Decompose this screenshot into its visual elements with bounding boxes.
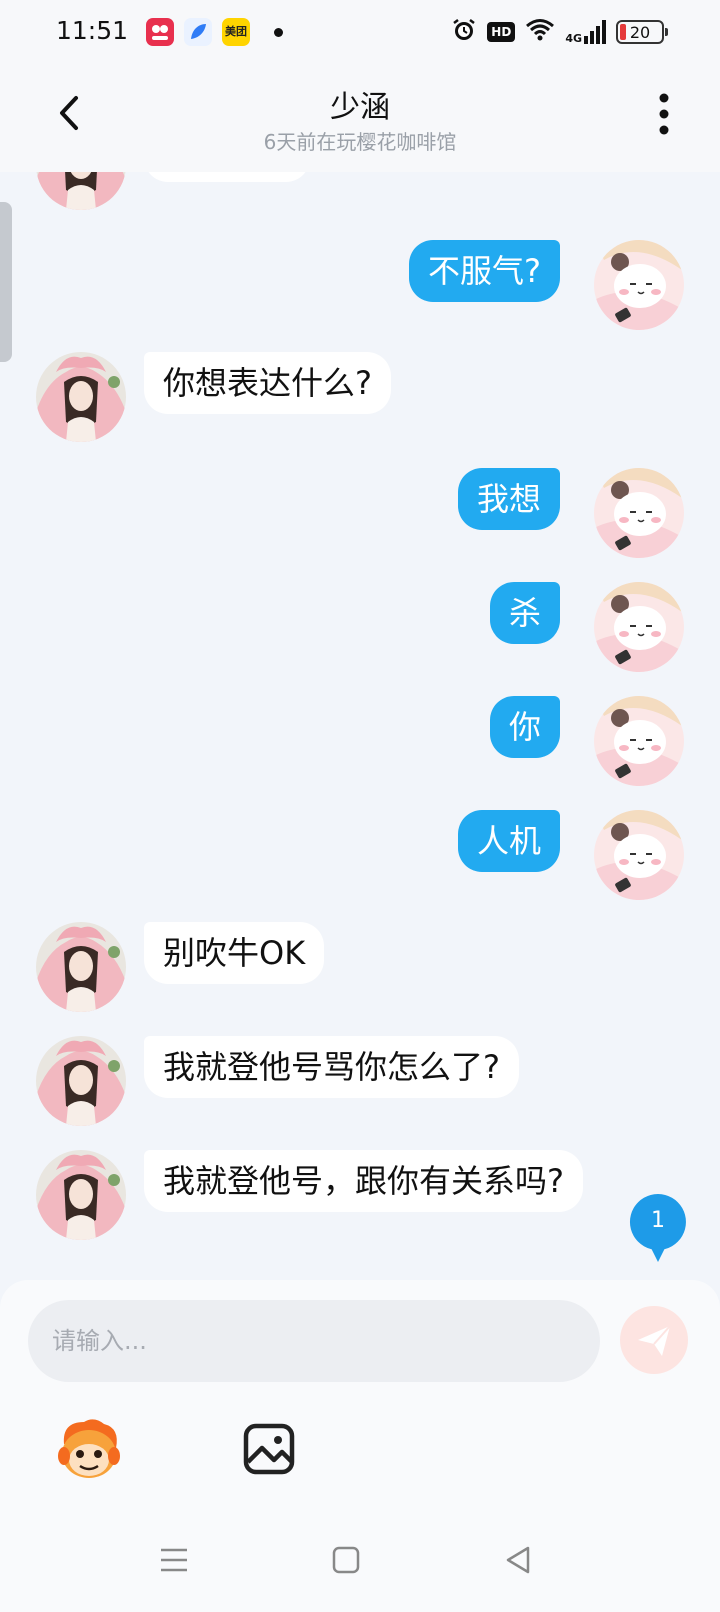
my-avatar[interactable] — [594, 468, 684, 558]
message-row: 我就登他号，跟你有关系吗? — [0, 1150, 720, 1240]
unread-badge[interactable]: 1 — [628, 1192, 688, 1262]
wifi-icon — [525, 18, 555, 46]
message-row: 你 — [0, 696, 720, 786]
contact-name: 少涵 — [330, 90, 390, 125]
image-icon — [243, 1423, 295, 1475]
cell-signal-icon: 4G — [565, 20, 606, 44]
system-nav-bar — [0, 1512, 720, 1612]
sent-message-bubble[interactable]: 杀 — [489, 582, 560, 644]
my-avatar[interactable] — [594, 696, 684, 786]
my-avatar[interactable] — [594, 240, 684, 330]
last-seen-status: 6天前在玩樱花咖啡馆 — [263, 130, 457, 154]
status-bar: 11:51 美团 HD 4G 20 — [0, 0, 720, 64]
feather-app-icon — [184, 18, 212, 46]
received-message-bubble[interactable]: 我就登他号，跟你有关系吗? — [144, 1150, 583, 1212]
contact-avatar[interactable] — [36, 172, 126, 210]
message-row: 我就登他号骂你怎么了? — [0, 1036, 720, 1126]
menu-icon[interactable] — [158, 1544, 198, 1584]
composer-panel — [0, 1280, 720, 1612]
message-row: 你想表达什么? — [0, 352, 720, 442]
notification-dot — [274, 28, 283, 37]
sent-message-bubble[interactable]: 我想 — [457, 468, 560, 530]
status-time: 11:51 — [56, 16, 129, 45]
my-avatar[interactable] — [594, 810, 684, 900]
message-row: 杀 — [0, 582, 720, 672]
more-vertical-icon — [659, 93, 669, 135]
triangle-back-icon[interactable] — [502, 1544, 542, 1584]
received-message-bubble[interactable]: 你想表达什么? — [144, 352, 391, 414]
message-row — [0, 172, 720, 210]
battery-level: 20 — [629, 22, 651, 42]
square-icon[interactable] — [330, 1544, 370, 1584]
status-indicators: HD 4G 20 — [451, 16, 668, 48]
network-type: 4G — [565, 32, 582, 45]
more-button[interactable] — [644, 86, 684, 142]
sent-message-bubble[interactable]: 你 — [489, 696, 560, 758]
message-list[interactable]: 不服气? 你想表达什么? 我想杀你人机别吹牛OK 我就登他号骂你怎么了? 我就登他号，跟… — [0, 172, 720, 1280]
message-row: 人机 — [0, 810, 720, 900]
battery-icon: 20 — [616, 20, 668, 44]
received-message-bubble[interactable]: 别吹牛OK — [144, 922, 325, 984]
message-row: 别吹牛OK — [0, 922, 720, 1012]
message-bubble[interactable] — [144, 172, 310, 182]
photo-app-icon — [146, 18, 174, 46]
contact-avatar[interactable] — [36, 352, 126, 442]
chat-header: 少涵 6天前在玩樱花咖啡馆 — [0, 64, 720, 172]
hd-badge: HD — [487, 22, 516, 42]
message-input[interactable] — [28, 1300, 600, 1382]
emoji-button[interactable] — [54, 1414, 124, 1484]
contact-avatar[interactable] — [36, 922, 126, 1012]
my-avatar[interactable] — [594, 582, 684, 672]
unread-count: 1 — [651, 1208, 665, 1233]
contact-avatar[interactable] — [36, 1150, 126, 1240]
cartoon-face-icon — [58, 1419, 120, 1478]
contact-avatar[interactable] — [36, 1036, 126, 1126]
sent-message-bubble[interactable]: 人机 — [457, 810, 560, 872]
received-message-bubble[interactable]: 我就登他号骂你怎么了? — [144, 1036, 519, 1098]
message-row: 不服气? — [0, 240, 720, 330]
message-row: 我想 — [0, 468, 720, 558]
image-button[interactable] — [238, 1418, 300, 1480]
meituan-app-icon: 美团 — [222, 18, 250, 46]
alarm-icon — [451, 17, 477, 47]
send-button[interactable] — [620, 1306, 688, 1374]
sent-message-bubble[interactable]: 不服气? — [409, 240, 560, 302]
paper-plane-icon — [638, 1325, 671, 1356]
